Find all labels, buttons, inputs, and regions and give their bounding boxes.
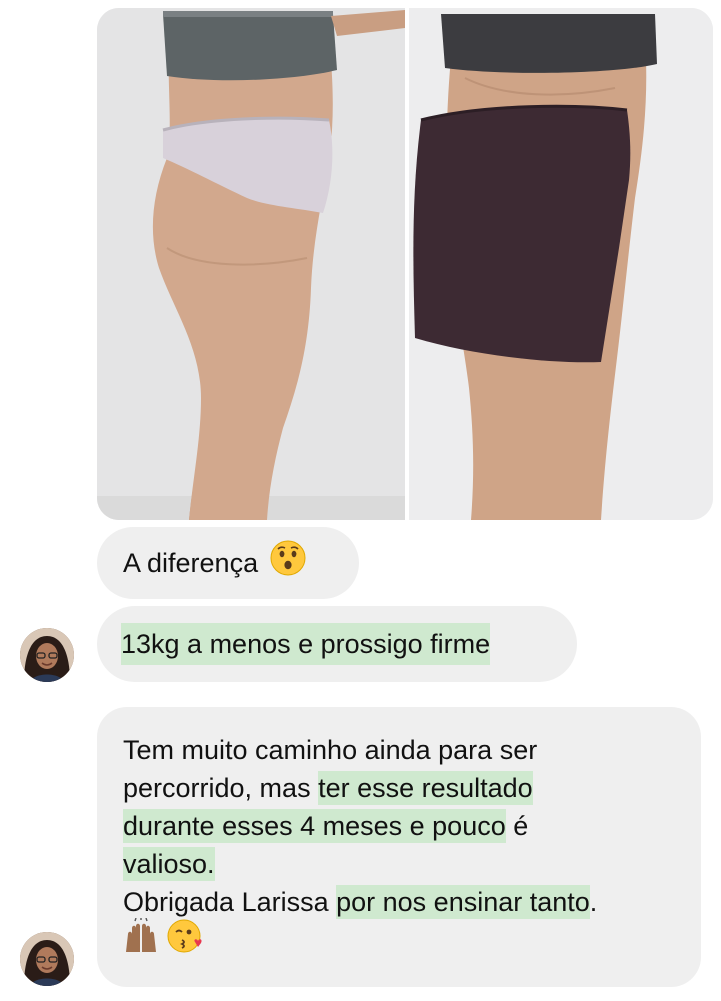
photo-message[interactable] (97, 8, 713, 520)
message-line (123, 917, 701, 964)
raising-hands-emoji (123, 917, 159, 964)
after-photo[interactable] (405, 8, 713, 520)
message-text: 13kg a menos e prossigo firme (121, 623, 491, 665)
avatar[interactable] (20, 628, 74, 682)
message-line: durante esses 4 meses e pouco é (123, 807, 701, 845)
message-bubble-diferenca[interactable]: A diferença (97, 527, 359, 599)
message-line: Tem muito caminho ainda para ser (123, 731, 701, 769)
message-text: é (505, 811, 529, 841)
face-blowing-kiss-emoji (167, 918, 203, 964)
surprised-face-emoji (270, 540, 306, 586)
message-line: percorrido, mas ter esse resultado (123, 769, 701, 807)
message-text: . (589, 887, 598, 917)
message-text: Obrigada Larissa (123, 887, 337, 917)
message-bubble-long[interactable]: Tem muito caminho ainda para ser percorr… (97, 707, 701, 987)
message-text: percorrido, mas (123, 773, 319, 803)
highlighted-text: ter esse resultado (318, 771, 533, 805)
message-text: A diferença (123, 548, 259, 578)
message-line: Obrigada Larissa por nos ensinar tanto. (123, 883, 701, 921)
highlighted-text: valioso. (123, 847, 215, 881)
message-text: Tem muito caminho ainda para ser (123, 735, 538, 765)
avatar[interactable] (20, 932, 74, 986)
highlighted-text: por nos ensinar tanto (336, 885, 590, 919)
highlighted-text: durante esses 4 meses e pouco (123, 809, 506, 843)
message-bubble-13kg[interactable]: 13kg a menos e prossigo firme (97, 606, 577, 682)
message-line: valioso. (123, 845, 701, 883)
before-photo[interactable] (97, 8, 405, 520)
